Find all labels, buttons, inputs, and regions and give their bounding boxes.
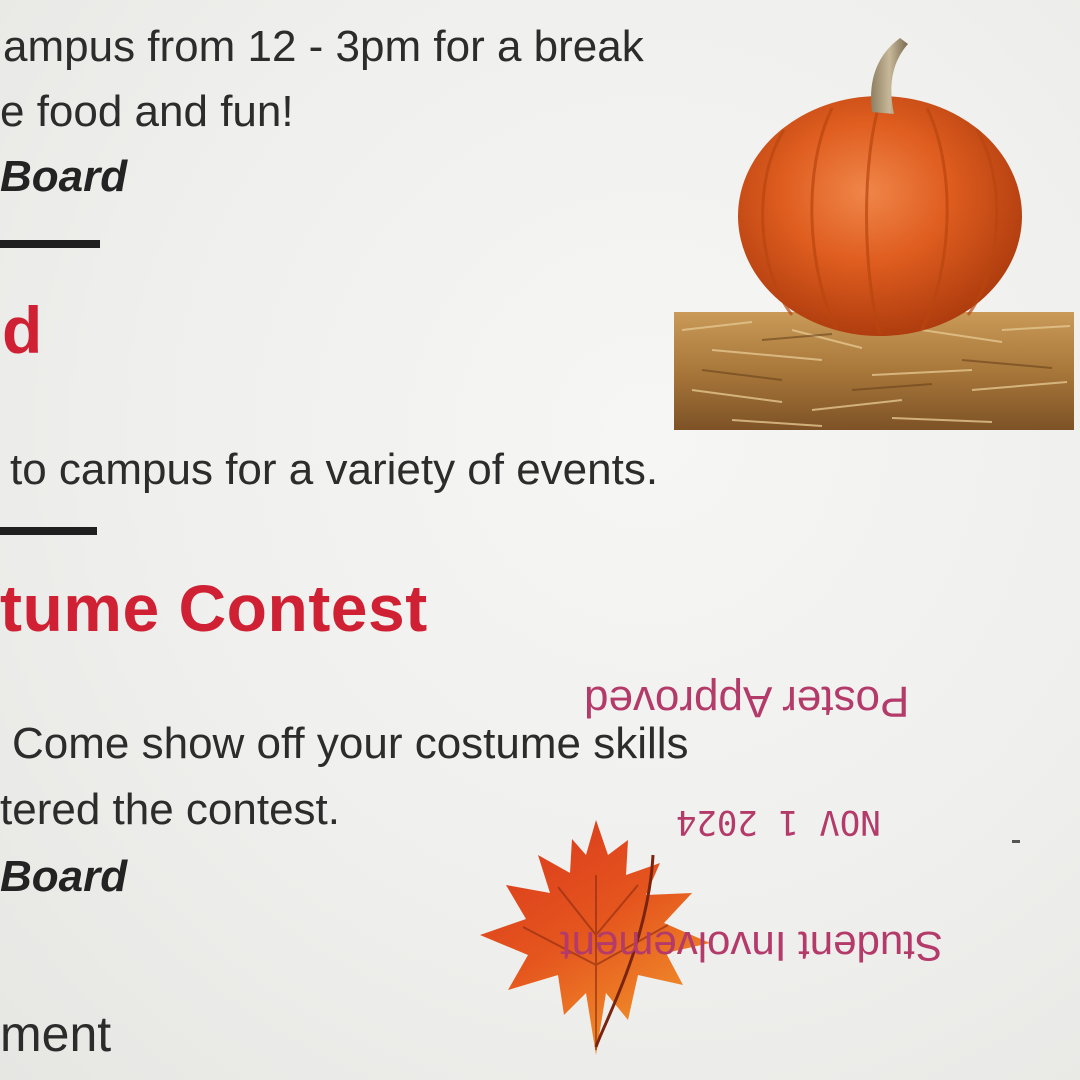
event-heading: d xyxy=(2,293,43,367)
organizer-signature: Board xyxy=(0,152,128,201)
stamp-date-text: NOV 1 2024 xyxy=(676,802,881,842)
event-description-line: ampus from 12 - 3pm for a break xyxy=(3,22,644,71)
event-description-line: Come show off your costume skills xyxy=(12,719,689,768)
event-heading: tume Contest xyxy=(0,571,428,645)
stamp-office-text: Student Involvement xyxy=(560,923,943,970)
section-divider xyxy=(0,527,97,535)
flyer-photo: ampus from 12 - 3pm for a break e food a… xyxy=(0,0,1080,1080)
pumpkin-image xyxy=(674,38,1074,430)
stamp-approval-text: Poster Approved xyxy=(584,677,910,726)
event-description-line: e food and fun! xyxy=(0,87,294,136)
paper-speck xyxy=(1012,840,1020,843)
organizer-signature: Board xyxy=(0,852,128,901)
event-description-line: to campus for a variety of events. xyxy=(10,445,659,494)
footer-text: ment xyxy=(0,1006,112,1062)
section-divider xyxy=(0,240,100,248)
event-description-line: tered the contest. xyxy=(0,785,340,834)
